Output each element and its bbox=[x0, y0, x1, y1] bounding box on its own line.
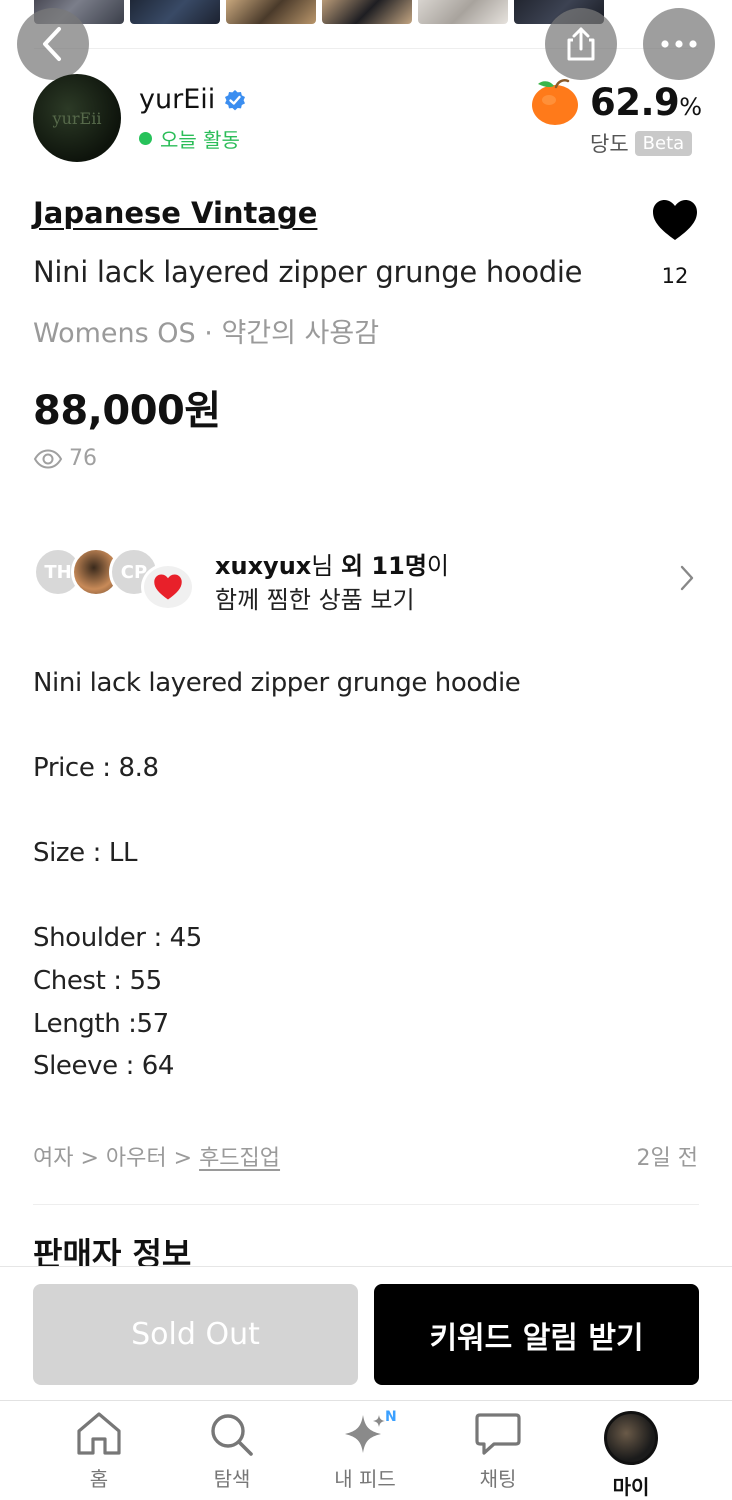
verified-check-icon bbox=[225, 89, 246, 110]
eye-icon bbox=[33, 448, 63, 469]
seller-avatar[interactable]: yurEii bbox=[33, 74, 121, 162]
like-count: 12 bbox=[661, 264, 689, 288]
action-bar: Sold Out 키워드 알림 받기 bbox=[0, 1266, 732, 1400]
sparkle-icon bbox=[345, 1415, 385, 1453]
thumbnail-image[interactable] bbox=[418, 0, 508, 24]
wishlist-users-row[interactable]: TH CP xuxyux님 외 11명이 함께 찜한 상품 보기 bbox=[33, 540, 699, 616]
divider bbox=[33, 1204, 699, 1205]
tab-my-feed[interactable]: N 내 피드 bbox=[315, 1409, 415, 1492]
sweetness-label-row: 당도 Beta bbox=[590, 128, 693, 158]
wishers-summary: xuxyux님 외 11명이 bbox=[215, 552, 449, 580]
more-dots-icon bbox=[661, 40, 697, 48]
chevron-right-icon bbox=[680, 565, 694, 591]
tab-label: 마이 bbox=[612, 1475, 650, 1499]
seller-name-row[interactable]: yurEii bbox=[139, 84, 247, 115]
tab-label: 홈 bbox=[89, 1467, 109, 1491]
search-icon bbox=[211, 1414, 253, 1456]
wishers-link-text: 함께 찜한 상품 보기 bbox=[215, 586, 415, 614]
tab-chat[interactable]: 채팅 bbox=[448, 1411, 548, 1492]
like-heart-icon[interactable] bbox=[651, 197, 699, 243]
thumbnail-image[interactable] bbox=[226, 0, 316, 24]
category-level-1[interactable]: 여자 bbox=[33, 1146, 73, 1171]
description-line: Size : LL bbox=[33, 838, 138, 868]
description-line: Chest : 55 bbox=[33, 966, 162, 996]
category-breadcrumb: 여자 > 아우터 > 후드집업 bbox=[33, 1146, 281, 1171]
seller-avatar-text: yurEii bbox=[52, 108, 102, 128]
description-line: Shoulder : 45 bbox=[33, 923, 202, 953]
chevron-left-icon bbox=[43, 27, 61, 61]
sweetness-value: 62.9% bbox=[590, 80, 702, 124]
share-icon bbox=[567, 27, 595, 61]
red-heart-icon bbox=[154, 574, 182, 600]
red-heart-badge bbox=[141, 563, 195, 611]
product-title: Nini lack layered zipper grunge hoodie bbox=[33, 255, 583, 289]
sold-out-button[interactable]: Sold Out bbox=[33, 1284, 358, 1385]
bottom-tab-bar: 홈 탐색 N 내 피드 채팅 마이 bbox=[0, 1400, 732, 1500]
home-icon bbox=[77, 1412, 121, 1455]
description-line: Sleeve : 64 bbox=[33, 1051, 175, 1081]
more-options-button[interactable] bbox=[643, 8, 715, 80]
new-badge: N bbox=[385, 1409, 397, 1425]
online-dot-icon bbox=[139, 132, 152, 145]
posted-time: 2일 전 bbox=[636, 1146, 698, 1171]
tab-search[interactable]: 탐색 bbox=[182, 1411, 282, 1492]
category-level-3[interactable]: 후드집업 bbox=[199, 1146, 280, 1171]
view-count-value: 76 bbox=[69, 446, 97, 471]
activity-status: 오늘 활동 bbox=[139, 124, 240, 153]
chat-bubble-icon bbox=[475, 1413, 521, 1455]
back-button[interactable] bbox=[17, 8, 89, 80]
orange-fruit-icon bbox=[532, 79, 578, 125]
tab-label: 채팅 bbox=[479, 1467, 517, 1491]
description-line: Length :57 bbox=[33, 1009, 169, 1039]
beta-badge: Beta bbox=[634, 130, 693, 156]
seller-info-section-title: 판매자 정보 bbox=[33, 1238, 192, 1266]
view-count: 76 bbox=[33, 446, 97, 471]
tab-label: 내 피드 bbox=[334, 1467, 396, 1491]
thumbnail-image[interactable] bbox=[322, 0, 412, 24]
description-line: Price : 8.8 bbox=[33, 753, 159, 783]
thumbnail-image[interactable] bbox=[130, 0, 220, 24]
keyword-alert-button[interactable]: 키워드 알림 받기 bbox=[374, 1284, 699, 1385]
sweetness-label: 당도 bbox=[590, 132, 629, 156]
activity-text: 오늘 활동 bbox=[160, 128, 240, 152]
share-button[interactable] bbox=[545, 8, 617, 80]
seller-name[interactable]: yurEii bbox=[139, 84, 215, 115]
sweetness-score[interactable]: 62.9% bbox=[528, 78, 702, 126]
description-line: Nini lack layered zipper grunge hoodie bbox=[33, 668, 521, 698]
image-thumbnail-strip[interactable] bbox=[0, 0, 732, 24]
profile-avatar bbox=[604, 1411, 658, 1465]
product-meta: Womens OS · 약간의 사용감 bbox=[33, 318, 380, 349]
product-price: 88,000원 bbox=[33, 388, 221, 434]
category-level-2[interactable]: 아우터 bbox=[106, 1146, 167, 1171]
tab-label: 탐색 bbox=[213, 1467, 251, 1491]
tab-home[interactable]: 홈 bbox=[49, 1411, 149, 1492]
brand-link[interactable]: Japanese Vintage bbox=[33, 196, 317, 230]
tab-my[interactable]: 마이 bbox=[581, 1411, 681, 1500]
